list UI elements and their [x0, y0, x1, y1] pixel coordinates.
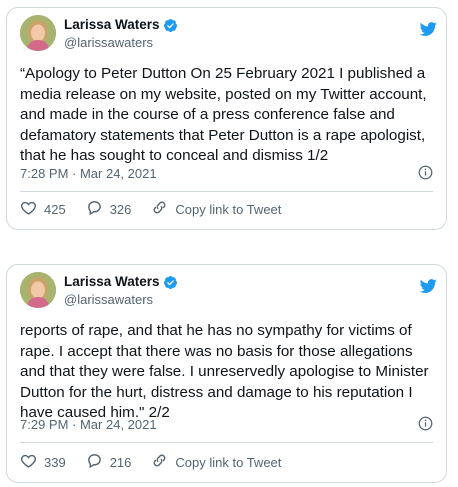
- author-handle[interactable]: @larissawaters: [64, 35, 153, 50]
- copy-link-button[interactable]: Copy link to Tweet: [151, 452, 281, 472]
- heart-icon: [20, 452, 44, 472]
- avatar[interactable]: [20, 272, 56, 308]
- tweet-card-1[interactable]: Larissa Waters @larissawaters “Apology t…: [6, 7, 447, 230]
- reply-count: 216: [109, 454, 132, 470]
- link-icon: [151, 452, 175, 472]
- tweet-card-2[interactable]: Larissa Waters @larissawaters reports of…: [6, 264, 447, 483]
- info-icon[interactable]: [418, 416, 433, 431]
- link-icon: [151, 199, 175, 219]
- tweet-text: “Apology to Peter Dutton On 25 February …: [20, 65, 427, 164]
- heart-icon: [20, 199, 44, 219]
- avatar[interactable]: [20, 15, 56, 51]
- reply-button[interactable]: 216: [86, 452, 132, 472]
- divider: [20, 442, 433, 443]
- tweet-timestamp[interactable]: 7:28 PM · Mar 24, 2021: [20, 166, 157, 181]
- tweet-text: reports of rape, and that he has no symp…: [20, 322, 429, 421]
- copy-link-button[interactable]: Copy link to Tweet: [151, 199, 281, 219]
- tweet-timestamp[interactable]: 7:29 PM · Mar 24, 2021: [20, 417, 157, 432]
- author-name[interactable]: Larissa Waters: [64, 17, 160, 33]
- like-count: 339: [44, 454, 66, 470]
- twitter-bird-icon[interactable]: [417, 20, 439, 38]
- copy-link-label: Copy link to Tweet: [175, 454, 282, 470]
- like-button[interactable]: 425: [20, 199, 66, 219]
- like-count: 425: [44, 201, 66, 217]
- like-button[interactable]: 339: [20, 452, 66, 472]
- author-name[interactable]: Larissa Waters: [64, 274, 160, 290]
- verified-badge-icon: [163, 275, 178, 290]
- twitter-bird-icon[interactable]: [417, 277, 439, 295]
- info-icon[interactable]: [418, 165, 433, 180]
- copy-link-label: Copy link to Tweet: [175, 201, 282, 217]
- reply-count: 326: [109, 201, 132, 217]
- verified-badge-icon: [163, 18, 178, 33]
- reply-button[interactable]: 326: [86, 199, 132, 219]
- reply-icon: [86, 452, 110, 472]
- author-handle[interactable]: @larissawaters: [64, 292, 153, 307]
- reply-icon: [86, 199, 110, 219]
- divider: [20, 191, 433, 192]
